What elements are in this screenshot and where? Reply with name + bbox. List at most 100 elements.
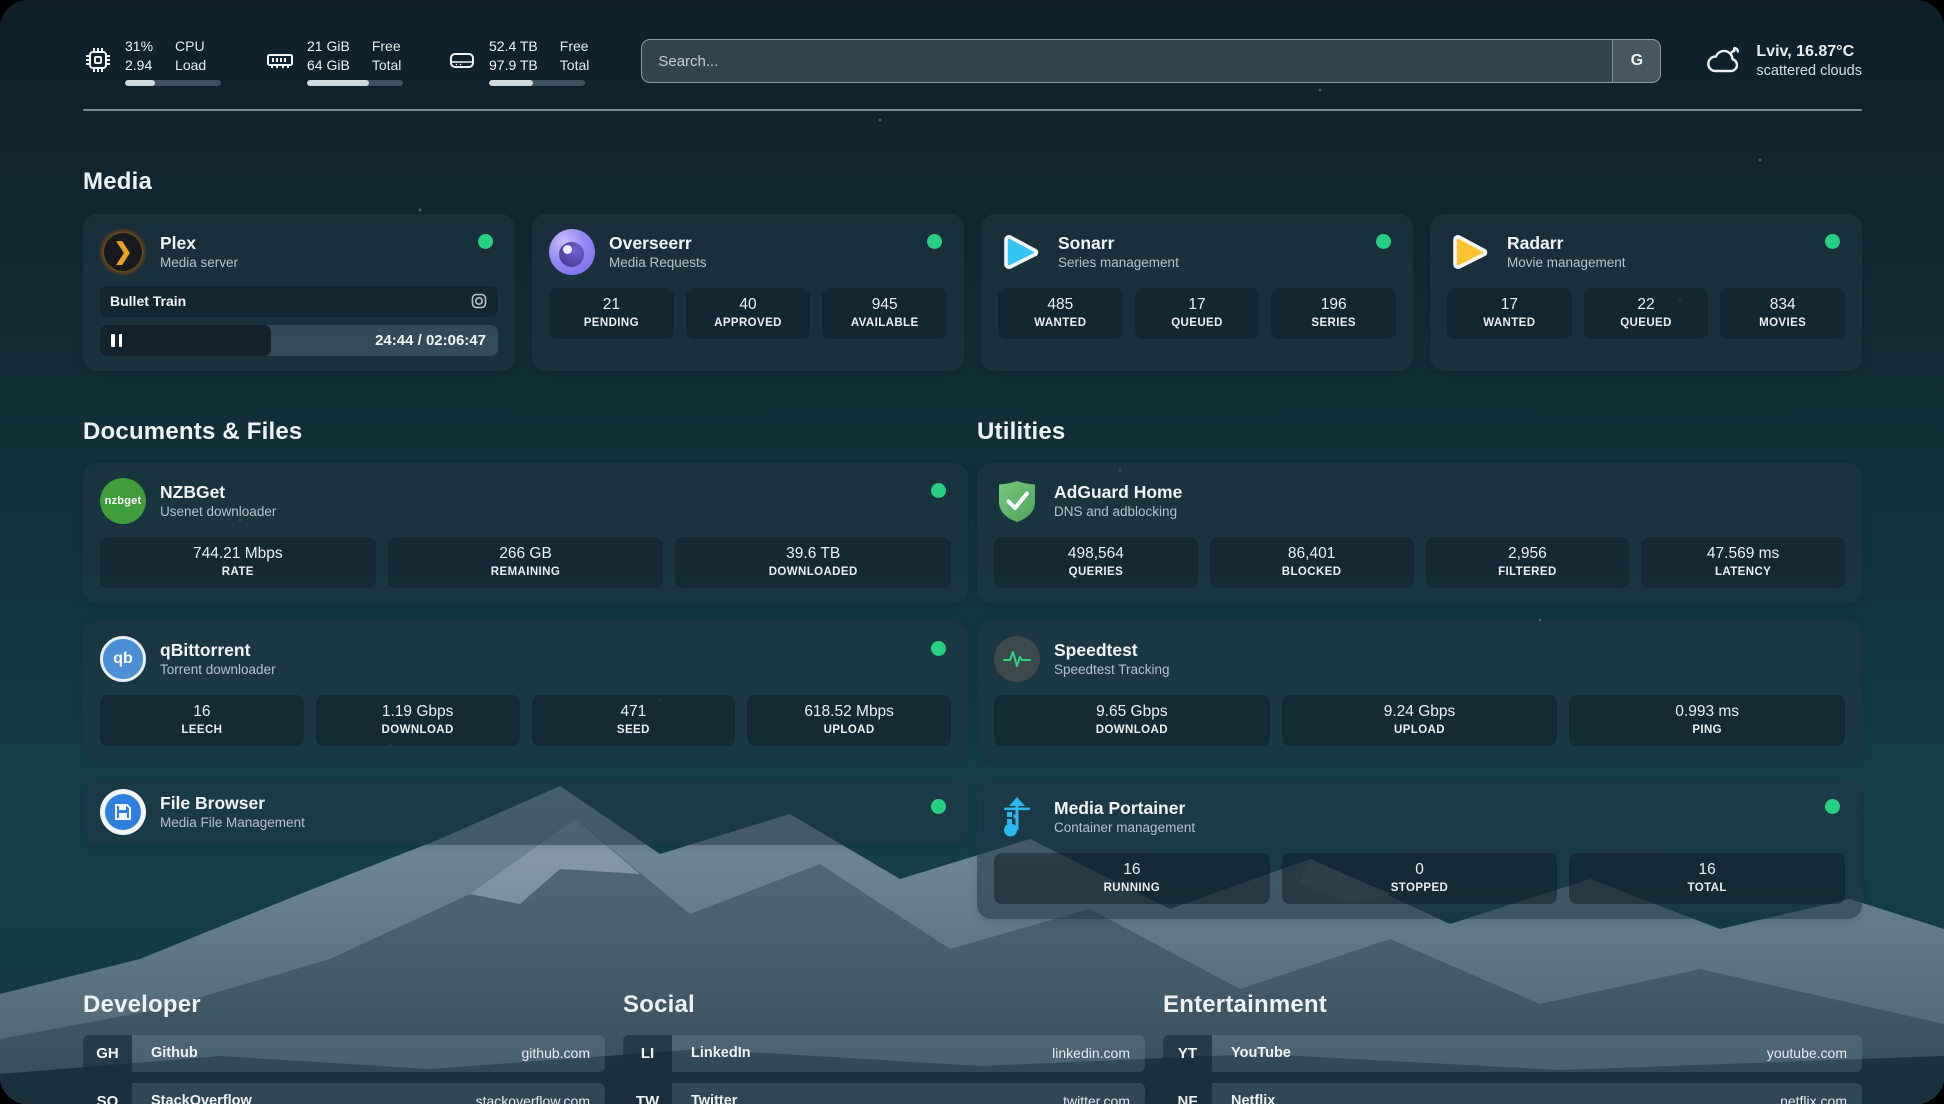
stat-value: 744.21 Mbps — [104, 544, 372, 564]
bookmark-abbr: LI — [623, 1035, 672, 1072]
stat-value: 9.65 Gbps — [998, 702, 1266, 722]
stat-value: 945 — [826, 295, 943, 315]
stat-label: LEECH — [104, 722, 300, 738]
bookmark-url: youtube.com — [1767, 1035, 1862, 1072]
nzbget-card[interactable]: nzbget NZBGet Usenet downloader 744.21 M… — [83, 463, 968, 603]
search-input[interactable] — [642, 40, 1612, 82]
stat-label: AVAILABLE — [826, 315, 943, 331]
qbittorrent-subtitle: Torrent downloader — [160, 661, 276, 679]
social-section-title: Social — [623, 991, 1145, 1019]
qbittorrent-stat-download: 1.19 Gbps DOWNLOAD — [316, 695, 520, 746]
weather-condition: scattered clouds — [1756, 62, 1862, 81]
stat-value: 485 — [1002, 295, 1119, 315]
speedtest-subtitle: Speedtest Tracking — [1054, 661, 1170, 679]
cpu-load-value: 2.94 — [125, 56, 153, 74]
cloud-icon — [1705, 46, 1743, 76]
cpu-label: CPU — [175, 37, 206, 55]
bookmark-twitter[interactable]: TW Twitter twitter.com — [623, 1083, 1145, 1104]
nzbget-stat-downloaded: 39.6 TB DOWNLOADED — [675, 537, 951, 588]
plex-playback-progress: 24:44 / 02:06:47 — [100, 325, 498, 356]
stat-value: 16 — [1573, 860, 1841, 880]
bookmark-url: twitter.com — [1063, 1083, 1145, 1104]
adguard-subtitle: DNS and adblocking — [1054, 503, 1182, 521]
ram-icon — [265, 45, 295, 75]
stat-value: 39.6 TB — [679, 544, 947, 564]
stat-label: APPROVED — [690, 315, 807, 331]
adguard-stat-blocked: 86,401 BLOCKED — [1210, 537, 1414, 588]
stat-value: 834 — [1724, 295, 1841, 315]
filebrowser-card[interactable]: File Browser Media File Management — [83, 779, 968, 845]
sonarr-stat-wanted: 485 WANTED — [998, 288, 1123, 339]
ram-free-value: 21 GiB — [307, 37, 350, 55]
header-divider — [83, 109, 1862, 111]
bookmark-label: YouTube — [1212, 1035, 1291, 1072]
bookmark-github[interactable]: GH Github github.com — [83, 1035, 605, 1072]
overseerr-card[interactable]: Overseerr Media Requests 21 PENDING 40 A… — [532, 214, 964, 371]
stat-value: 0.993 ms — [1573, 702, 1841, 722]
adguard-title: AdGuard Home — [1054, 481, 1182, 503]
portainer-card[interactable]: Media Portainer Container management 16 … — [977, 779, 1862, 919]
bookmark-label: StackOverflow — [132, 1083, 252, 1104]
radarr-subtitle: Movie management — [1507, 254, 1626, 272]
speedtest-icon — [994, 636, 1040, 682]
overseerr-stat-pending: 21 PENDING — [549, 288, 674, 339]
adguard-stat-latency: 47.569 ms LATENCY — [1641, 537, 1845, 588]
radarr-card[interactable]: Radarr Movie management 17 WANTED 22 QUE… — [1430, 214, 1862, 371]
stat-value: 21 — [553, 295, 670, 315]
speedtest-card[interactable]: Speedtest Speedtest Tracking 9.65 Gbps D… — [977, 621, 1862, 761]
sonarr-stat-series: 196 SERIES — [1271, 288, 1396, 339]
media-info-icon[interactable] — [470, 292, 488, 310]
sonarr-card[interactable]: Sonarr Series management 485 WANTED 17 Q… — [981, 214, 1413, 371]
stat-label: DOWNLOAD — [320, 722, 516, 738]
portainer-stat-running: 16 RUNNING — [994, 853, 1270, 904]
ram-total-label: Total — [372, 56, 402, 74]
bookmark-youtube[interactable]: YT YouTube youtube.com — [1163, 1035, 1862, 1072]
portainer-title: Media Portainer — [1054, 797, 1195, 819]
disk-total-value: 97.9 TB — [489, 56, 538, 74]
nzbget-subtitle: Usenet downloader — [160, 503, 276, 521]
sonarr-status-dot — [1376, 234, 1391, 249]
disk-free-label: Free — [560, 37, 590, 55]
stat-value: 22 — [1588, 295, 1705, 315]
qbittorrent-card[interactable]: qb qBittorrent Torrent downloader 16 LEE… — [83, 621, 968, 761]
stat-value: 498,564 — [998, 544, 1194, 564]
bookmark-label: LinkedIn — [672, 1035, 751, 1072]
bookmark-stackoverflow[interactable]: SO StackOverflow stackoverflow.com — [83, 1083, 605, 1104]
cpu-usage-value: 31% — [125, 37, 153, 55]
pause-icon[interactable] — [111, 334, 122, 347]
cpu-widget: 31% 2.94 CPU Load — [83, 37, 221, 86]
nzbget-stat-remaining: 266 GB REMAINING — [388, 537, 664, 588]
nzbget-icon: nzbget — [100, 478, 146, 524]
stat-value: 9.24 Gbps — [1286, 702, 1554, 722]
stat-label: SERIES — [1275, 315, 1392, 331]
bookmark-linkedin[interactable]: LI LinkedIn linkedin.com — [623, 1035, 1145, 1072]
media-section-title: Media — [83, 168, 1862, 196]
radarr-status-dot — [1825, 234, 1840, 249]
stat-value: 17 — [1139, 295, 1256, 315]
radarr-title: Radarr — [1507, 232, 1626, 254]
speedtest-title: Speedtest — [1054, 639, 1170, 661]
search-engine-button[interactable]: G — [1612, 40, 1660, 82]
stat-value: 266 GB — [392, 544, 660, 564]
sonarr-subtitle: Series management — [1058, 254, 1179, 272]
filebrowser-icon — [100, 789, 146, 835]
portainer-subtitle: Container management — [1054, 819, 1195, 837]
stat-value: 196 — [1275, 295, 1392, 315]
stat-value: 47.569 ms — [1645, 544, 1841, 564]
stat-value: 17 — [1451, 295, 1568, 315]
stat-value: 16 — [998, 860, 1266, 880]
adguard-card[interactable]: AdGuard Home DNS and adblocking 498,564 … — [977, 463, 1862, 603]
plex-card[interactable]: ❯ Plex Media server Bullet Train — [83, 214, 515, 371]
stat-label: RUNNING — [998, 880, 1266, 896]
overseerr-subtitle: Media Requests — [609, 254, 707, 272]
sonarr-stat-queued: 17 QUEUED — [1135, 288, 1260, 339]
dashboard-screen: 31% 2.94 CPU Load — [0, 0, 1944, 1104]
stat-label: DOWNLOADED — [679, 564, 947, 580]
developer-bookmarks: Developer GH Github github.com SO StackO… — [83, 991, 605, 1104]
bookmark-url: stackoverflow.com — [476, 1083, 605, 1104]
bookmark-abbr: SO — [83, 1083, 132, 1104]
bookmark-netflix[interactable]: NF Netflix netflix.com — [1163, 1083, 1862, 1104]
content: 31% 2.94 CPU Load — [0, 0, 1944, 1104]
qbittorrent-icon: qb — [100, 636, 146, 682]
plex-playback-time: 24:44 / 02:06:47 — [375, 332, 498, 349]
